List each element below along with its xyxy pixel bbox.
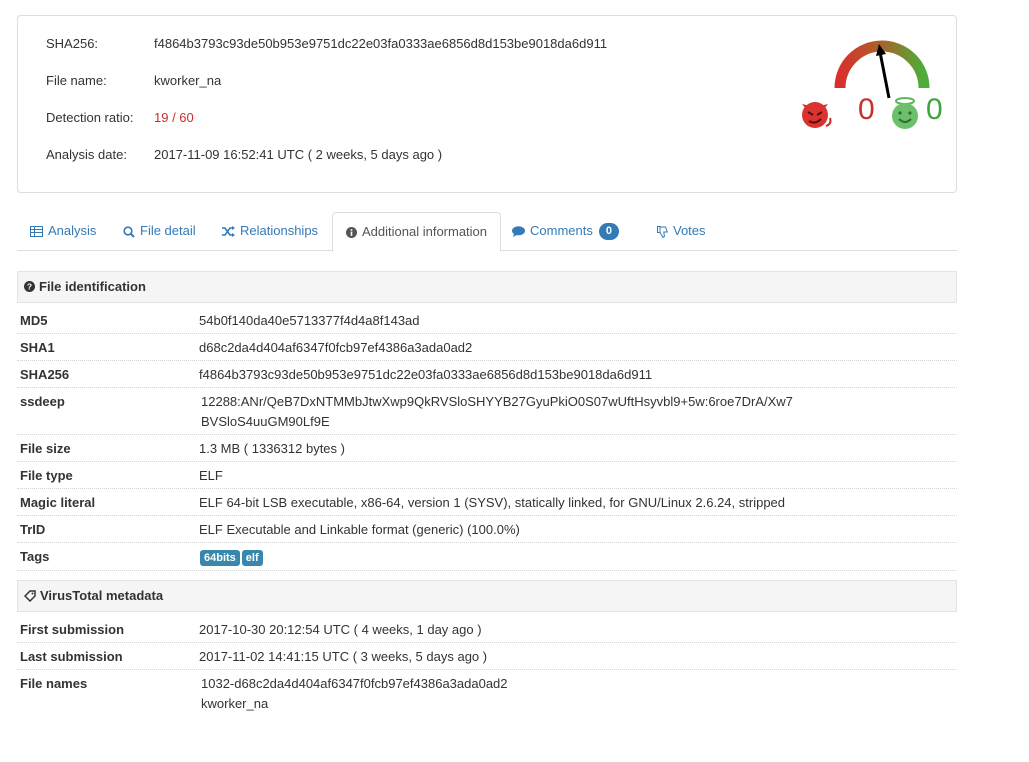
file-identification-title: File identification <box>39 279 146 294</box>
file-size-label: File size <box>20 441 71 456</box>
table-icon <box>30 226 43 238</box>
tab-relationships-label: Relationships <box>240 223 319 238</box>
table-row: ssdeep 12288:ANr/QeB7DxNTMMbJtwXwp9QkRVS… <box>17 388 957 435</box>
analysis-date-value: 2017-11-09 16:52:41 UTC ( 2 weeks, 5 day… <box>154 147 443 162</box>
tab-relationships[interactable]: Relationships <box>209 212 331 251</box>
table-row: First submission 2017-10-30 20:12:54 UTC… <box>17 616 957 643</box>
filename-label: File name: <box>46 73 107 88</box>
tag-badge[interactable]: 64bits <box>200 549 240 566</box>
tab-votes[interactable]: Votes <box>644 212 719 251</box>
sha256-row-label: SHA256 <box>20 367 70 382</box>
tag-badge[interactable]: elf <box>241 549 263 566</box>
search-icon <box>123 225 135 238</box>
file-names-value: 1032-d68c2da4d404af6347f0fcb97ef4386a3ad… <box>201 674 508 714</box>
tab-analysis[interactable]: Analysis <box>17 212 109 251</box>
table-row: File size 1.3 MB ( 1336312 bytes ) <box>17 435 957 462</box>
ssdeep-value-line1: 12288:ANr/QeB7DxNTMMbJtwXwp9QkRVSloSHYYB… <box>201 394 793 409</box>
table-row: File type ELF <box>17 462 957 489</box>
angel-icon[interactable] <box>888 96 922 130</box>
tab-comments-label: Comments <box>530 223 593 238</box>
sha256-row-value: f4864b3793c93de50b953e9751dc22e03fa0333a… <box>199 367 653 382</box>
comment-icon <box>512 226 525 238</box>
magic-literal-value: ELF 64-bit LSB executable, x86-64, versi… <box>199 495 786 510</box>
analysis-date-label: Analysis date: <box>46 147 127 162</box>
sha256-value: f4864b3793c93de50b953e9751dc22e03fa0333a… <box>154 36 608 51</box>
question-icon: ? <box>24 281 35 293</box>
last-submission-label: Last submission <box>20 649 123 664</box>
tab-analysis-label: Analysis <box>48 223 97 238</box>
malicious-votes-count: 0 <box>858 93 875 126</box>
file-names-label: File names <box>20 676 88 691</box>
table-row: TrID ELF Executable and Linkable format … <box>17 516 957 543</box>
table-row: File names 1032-d68c2da4d404af6347f0fcb9… <box>17 670 957 718</box>
tab-additional-information-label: Additional information <box>362 224 488 239</box>
md5-label: MD5 <box>20 313 48 328</box>
tags-value: 64bits elf <box>200 543 265 570</box>
last-submission-value: 2017-11-02 14:41:15 UTC ( 3 weeks, 5 day… <box>199 649 488 664</box>
detection-label: Detection ratio: <box>46 110 134 125</box>
tab-file-detail-label: File detail <box>140 223 196 238</box>
md5-value: 54b0f140da40e5713377f4d4a8f143ad <box>199 313 420 328</box>
table-row: Magic literal ELF 64-bit LSB executable,… <box>17 489 957 516</box>
tag-icon <box>24 589 36 602</box>
table-row: SHA256 f4864b3793c93de50b953e9751dc22e03… <box>17 361 957 388</box>
devil-icon[interactable] <box>798 96 832 130</box>
tab-file-detail[interactable]: File detail <box>110 212 209 251</box>
ssdeep-value: 12288:ANr/QeB7DxNTMMbJtwXwp9QkRVSloSHYYB… <box>201 392 793 432</box>
tab-additional-information[interactable]: Additional information <box>332 212 502 252</box>
table-row: SHA1 d68c2da4d404af6347f0fcb97ef4386a3ad… <box>17 334 957 361</box>
community-votes: 0 0 <box>796 90 956 130</box>
sha256-label: SHA256: <box>46 36 99 51</box>
first-submission-value: 2017-10-30 20:12:54 UTC ( 4 weeks, 1 day… <box>199 622 482 637</box>
tags-label: Tags <box>20 549 50 564</box>
table-row: MD5 54b0f140da40e5713377f4d4a8f143ad <box>17 307 957 334</box>
first-submission-label: First submission <box>20 622 125 637</box>
file-summary-card: SHA256: f4864b3793c93de50b953e9751dc22e0… <box>17 15 957 193</box>
file-identification-header: ? File identification <box>17 271 957 303</box>
file-type-value: ELF <box>199 468 223 483</box>
report-tabs: Analysis File detail Relationships Addit… <box>17 212 957 252</box>
ssdeep-value-line2: BVSloS4uuGM90Lf9E <box>201 414 330 429</box>
table-row: Tags 64bits elf <box>17 543 957 571</box>
sha1-label: SHA1 <box>20 340 55 355</box>
virustotal-metadata-header: VirusTotal metadata <box>17 580 957 612</box>
trid-value: ELF Executable and Linkable format (gene… <box>199 522 520 537</box>
tab-votes-label: Votes <box>673 223 706 238</box>
shuffle-icon <box>222 226 235 238</box>
trid-label: TrID <box>20 522 46 537</box>
sha1-value: d68c2da4d404af6347f0fcb97ef4386a3ada0ad2 <box>199 340 473 355</box>
file-type-label: File type <box>20 468 73 483</box>
magic-literal-label: Magic literal <box>20 495 96 510</box>
info-icon <box>346 227 357 239</box>
file-name-item: 1032-d68c2da4d404af6347f0fcb97ef4386a3ad… <box>201 676 508 691</box>
file-name-item: kworker_na <box>201 696 269 711</box>
harmless-votes-count: 0 <box>926 93 943 126</box>
virustotal-metadata-title: VirusTotal metadata <box>40 588 164 603</box>
ssdeep-label: ssdeep <box>20 394 65 409</box>
file-size-value: 1.3 MB ( 1336312 bytes ) <box>199 441 345 456</box>
tab-comments[interactable]: Comments 0 <box>499 212 632 251</box>
table-row: Last submission 2017-11-02 14:41:15 UTC … <box>17 643 957 670</box>
svg-text:?: ? <box>27 282 32 292</box>
comments-count-badge: 0 <box>598 223 619 241</box>
thumbs-down-icon <box>657 225 668 238</box>
detection-ratio: 19 / 60 <box>154 110 194 125</box>
filename-value: kworker_na <box>154 73 222 88</box>
